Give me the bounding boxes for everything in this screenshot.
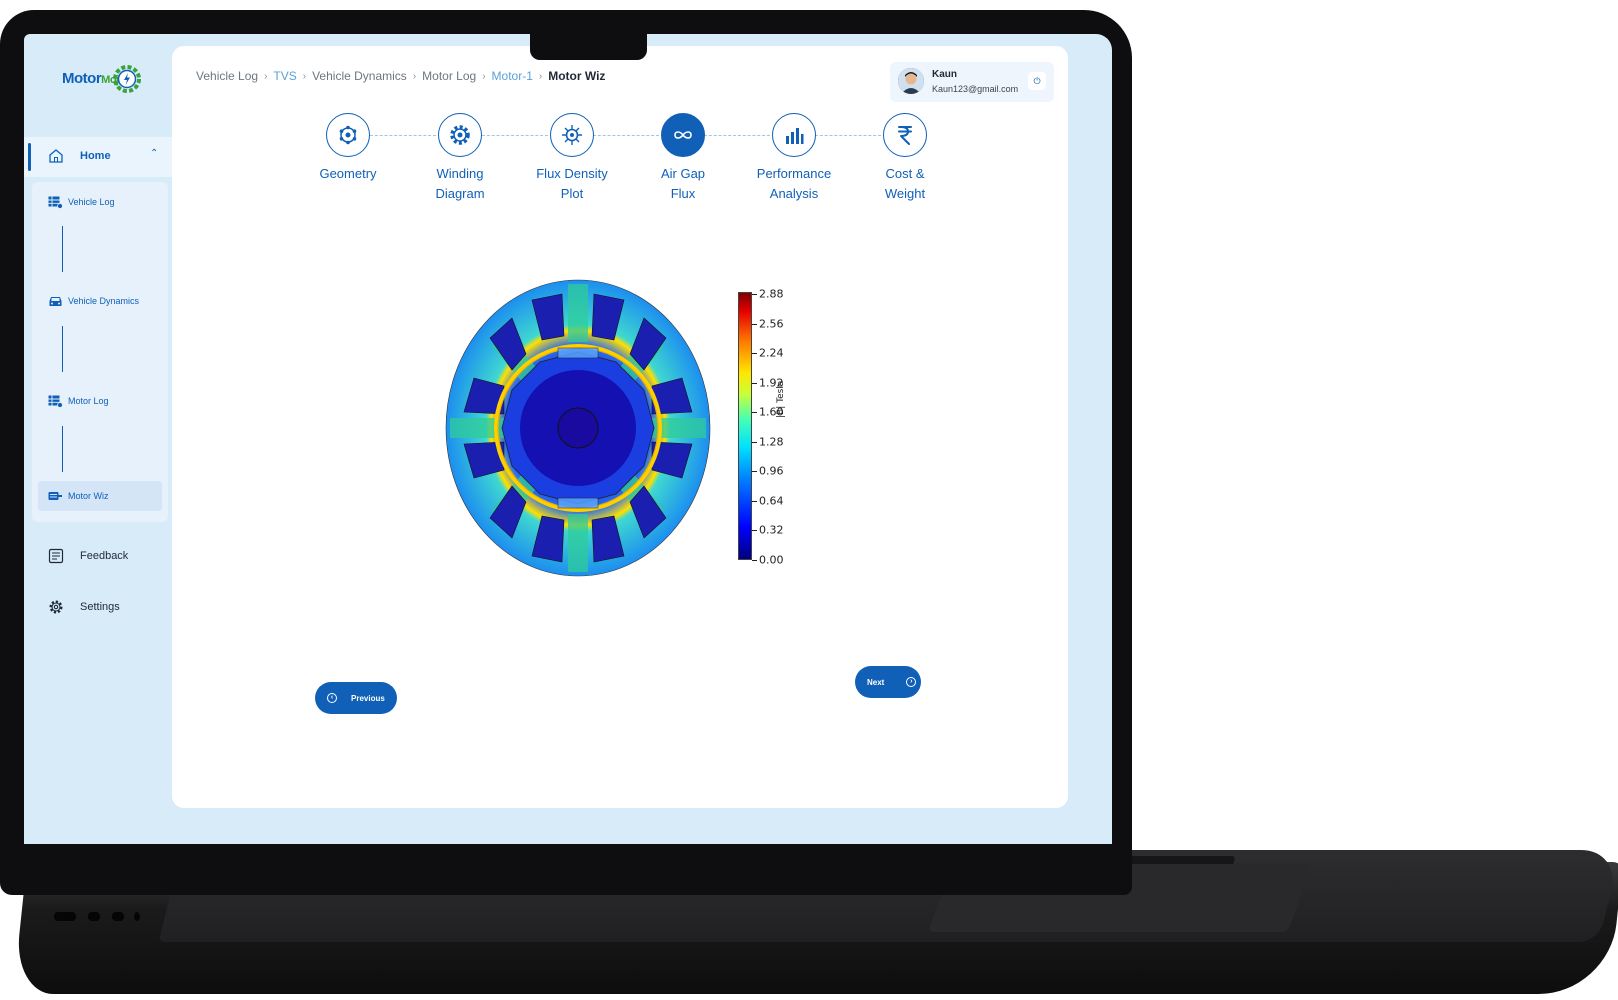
step-air-gap-flux[interactable]: Air Gap Flux — [635, 113, 731, 204]
step-winding-diagram[interactable]: Winding Diagram — [412, 113, 508, 204]
laptop-lid: MotorMojo Home ⌃ Vehicle Log Vehicle Dyn… — [0, 10, 1132, 895]
colorbar-tick-label: 1.28 — [759, 435, 784, 449]
bar-chart-icon — [786, 128, 804, 144]
sidebar: MotorMojo Home ⌃ Vehicle Log Vehicle Dyn… — [24, 34, 176, 844]
user-avatar-icon — [898, 68, 924, 94]
chevron-right-icon: › — [412, 70, 417, 82]
breadcrumb-motor-log[interactable]: Motor Log — [422, 69, 476, 83]
colorbar-tick-label: 0.64 — [759, 494, 784, 508]
submenu-connector — [62, 326, 63, 372]
submenu-connector — [62, 426, 63, 472]
previous-button[interactable]: ‹ Previous — [315, 682, 397, 714]
step-flux-density-plot[interactable]: Flux Density Plot — [524, 113, 620, 204]
colorbar-tick — [752, 353, 757, 355]
usb-port — [54, 912, 76, 921]
sidebar-item-vehicle-dynamics[interactable]: Vehicle Dynamics — [48, 291, 139, 311]
usb-port — [88, 912, 100, 921]
colorbar-tick-label: 2.24 — [759, 346, 784, 360]
gear-icon — [450, 125, 470, 145]
infinity-icon — [674, 131, 692, 139]
colorbar-tick — [752, 471, 757, 473]
colorbar-tick — [752, 560, 757, 561]
chevron-right-icon: › — [482, 70, 486, 82]
sidebar-item-motor-log[interactable]: Motor Log — [48, 391, 109, 411]
sidebar-item-home[interactable]: Home ⌃ — [24, 137, 176, 177]
arrow-right-icon: › — [906, 677, 917, 687]
breadcrumb-vehicle-log[interactable]: Vehicle Log — [196, 69, 258, 83]
avatar — [898, 68, 924, 94]
step-performance-analysis[interactable]: Performance Analysis — [746, 113, 842, 204]
main-panel: Vehicle Log › TVS › Vehicle Dynamics › Moto… — [172, 46, 1068, 808]
colorbar-tick — [752, 500, 757, 502]
step-geometry[interactable]: Geometry — [300, 113, 396, 184]
colorbar-tick-label: 0.96 — [759, 464, 784, 478]
camera-notch — [530, 34, 647, 60]
chevron-right-icon: › — [302, 70, 307, 82]
rupee-icon — [898, 126, 912, 145]
car-icon — [49, 296, 62, 306]
user-card[interactable]: Kaun Kaun123@gmail.com ⏻ — [890, 62, 1054, 102]
breadcrumb-vehicle-dynamics[interactable]: Vehicle Dynamics — [312, 69, 407, 83]
colorbar-tick-label: 0.32 — [759, 523, 784, 537]
colorbar-tick — [752, 323, 757, 325]
breadcrumb-current: Motor Wiz — [548, 69, 606, 83]
sidebar-item-settings[interactable]: Settings — [48, 596, 120, 618]
lightning-gear-icon — [113, 65, 141, 93]
usb-port — [112, 912, 124, 921]
flux-icon — [562, 125, 582, 145]
colorbar-tick — [752, 382, 757, 384]
colorbar-title: |B| Tesla — [776, 380, 786, 418]
audio-jack — [134, 912, 140, 921]
motormojo-logo[interactable]: MotorMojo — [62, 60, 146, 104]
step-cost-weight[interactable]: Cost & Weight — [857, 113, 953, 204]
sidebar-item-vehicle-log[interactable]: Vehicle Log — [48, 192, 115, 212]
chevron-right-icon: › — [264, 70, 268, 82]
colorbar-tick — [752, 530, 757, 532]
home-icon — [49, 149, 63, 163]
submenu-connector — [62, 226, 63, 272]
breadcrumb: Vehicle Log › TVS › Vehicle Dynamics › Moto… — [196, 69, 605, 83]
colorbar-tick — [752, 294, 757, 295]
sidebar-item-feedback[interactable]: Feedback — [48, 545, 128, 567]
sidebar-item-motor-wiz[interactable]: Motor Wiz — [48, 486, 109, 506]
feedback-icon — [48, 548, 64, 564]
chevron-up-icon[interactable]: ⌃ — [150, 148, 158, 159]
colorbar-tick — [752, 412, 757, 414]
colorbar-tick-label: 0.00 — [759, 553, 784, 567]
power-icon: ⏻ — [1033, 76, 1041, 86]
breadcrumb-motor-1[interactable]: Motor-1 — [492, 69, 533, 83]
home-submenu: Vehicle Log Vehicle Dynamics Motor Log M… — [32, 182, 168, 522]
chevron-right-icon: › — [538, 70, 543, 82]
gear-icon — [49, 600, 63, 614]
arrow-left-icon: ‹ — [327, 693, 337, 703]
active-indicator — [28, 143, 31, 171]
shaft — [557, 407, 599, 449]
table-icon — [48, 196, 63, 209]
table-icon — [48, 395, 63, 408]
next-button[interactable]: Next › — [855, 666, 921, 698]
colorbar-tick-label: 2.56 — [759, 317, 784, 331]
user-email: Kaun123@gmail.com — [932, 84, 1019, 94]
logout-button[interactable]: ⏻ — [1028, 72, 1046, 90]
app-screen: MotorMojo Home ⌃ Vehicle Log Vehicle Dyn… — [24, 34, 1112, 844]
motor-icon — [48, 491, 62, 500]
geometry-icon — [339, 125, 357, 145]
sidebar-item-label: Home — [80, 150, 111, 162]
colorbar — [738, 292, 752, 560]
breadcrumb-tvs[interactable]: TVS — [273, 69, 296, 83]
user-name: Kaun — [932, 69, 957, 80]
colorbar-tick — [752, 441, 757, 443]
colorbar-tick-label: 2.88 — [759, 287, 784, 301]
air-gap-flux-plot — [445, 279, 711, 577]
